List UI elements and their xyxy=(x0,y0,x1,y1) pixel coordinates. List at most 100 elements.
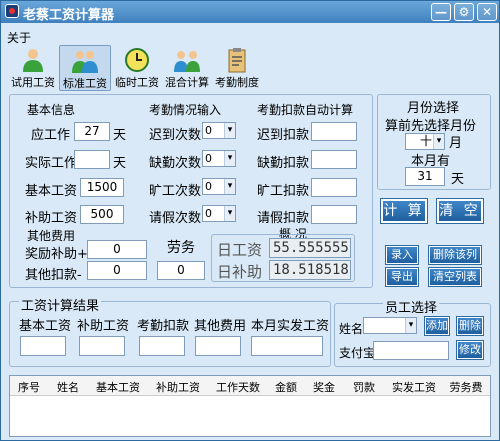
result-net-field[interactable] xyxy=(251,336,323,356)
actual-work-unit: 天 xyxy=(113,156,127,171)
days-unit: 天 xyxy=(451,172,465,187)
days-in-month-field[interactable]: 31 xyxy=(405,167,445,186)
alipay-label: 支付宝 xyxy=(339,346,376,360)
employee-title: 员工选择 xyxy=(383,297,440,316)
result-col-base: 基本工资 xyxy=(19,319,72,334)
attendance-title: 考勤情况输入 xyxy=(149,103,222,117)
minimize-icon[interactable]: — xyxy=(431,3,451,21)
tool-attendance-rules[interactable]: 考勤制度 xyxy=(213,45,261,91)
month-unit: 月 xyxy=(449,136,463,151)
other-fees-title: 其他费用 xyxy=(27,229,76,243)
daily-wage-display: 55.555555 xyxy=(269,238,351,258)
late-deduct-field[interactable] xyxy=(311,122,357,141)
base-salary-input[interactable]: 1500 xyxy=(80,178,124,197)
export-button[interactable]: 导出 xyxy=(385,267,419,287)
employee-name-label: 姓名 xyxy=(339,322,364,336)
employee-name-select[interactable] xyxy=(363,317,417,334)
tool-temp-salary[interactable]: 临时工资 xyxy=(113,45,161,91)
title-bar: 老蔡工资计算器 — ⚙ ✕ xyxy=(1,1,499,23)
col-name[interactable]: 姓名 xyxy=(48,379,88,395)
missing-deduct-field[interactable] xyxy=(311,150,357,169)
tool-trial-salary[interactable]: 试用工资 xyxy=(9,45,57,91)
person-green-icon xyxy=(23,49,43,72)
other-deduct-input[interactable]: 0 xyxy=(87,261,147,280)
missing-deduct-label: 缺勤扣款 xyxy=(257,156,310,171)
toolbar: 试用工资 标准工资 临时工资 混合计算 考勤制度 xyxy=(9,45,489,93)
daily-allowance-display: 18.518518 xyxy=(269,260,351,280)
menu-bar: 关于 xyxy=(7,29,31,46)
result-other-field[interactable] xyxy=(195,336,241,356)
window-title: 老蔡工资计算器 xyxy=(23,8,115,23)
salary-table[interactable]: 序号 姓名 基本工资 补助工资 工作天数 金额 奖金 罚款 实发工资 劳务费 xyxy=(9,375,491,437)
tool-standard-salary[interactable]: 标准工资 xyxy=(59,45,111,91)
missing-count-select[interactable]: 0 xyxy=(202,150,236,167)
result-base-field[interactable] xyxy=(20,336,66,356)
leave-deduct-label: 请假扣款 xyxy=(257,211,310,226)
result-title: 工资计算结果 xyxy=(19,295,102,314)
col-workdays[interactable]: 工作天数 xyxy=(210,379,266,395)
tool-label: 标准工资 xyxy=(63,77,107,90)
absent-count-select[interactable]: 0 xyxy=(202,178,236,195)
tool-label: 混合计算 xyxy=(165,76,209,89)
result-allowance-field[interactable] xyxy=(79,336,125,356)
col-fine[interactable]: 罚款 xyxy=(346,379,382,395)
late-count-label: 迟到次数 xyxy=(149,128,202,143)
delete-employee-button[interactable]: 删除 xyxy=(456,316,484,336)
should-work-unit: 天 xyxy=(113,128,127,143)
settings-icon[interactable]: ⚙ xyxy=(454,3,474,21)
col-net[interactable]: 实发工资 xyxy=(386,379,442,395)
absent-deduct-field[interactable] xyxy=(311,178,357,197)
allowance-label: 补助工资 xyxy=(25,211,78,226)
result-col-net: 本月实发工资 xyxy=(251,319,330,334)
result-col-deduct: 考勤扣款 xyxy=(137,319,190,334)
col-index[interactable]: 序号 xyxy=(14,379,44,395)
tool-mixed-calc[interactable]: 混合计算 xyxy=(163,45,211,91)
tool-label: 试用工资 xyxy=(11,76,55,89)
should-work-input[interactable]: 27 xyxy=(74,122,110,141)
tool-label: 临时工资 xyxy=(115,76,159,89)
tool-label: 考勤制度 xyxy=(215,76,259,89)
leave-deduct-field[interactable] xyxy=(311,205,357,224)
app-icon xyxy=(5,4,19,18)
col-amount[interactable]: 金额 xyxy=(268,379,304,395)
late-count-select[interactable]: 0 xyxy=(202,122,236,139)
people-icon xyxy=(72,51,98,73)
bonus-input[interactable]: 0 xyxy=(87,240,147,259)
base-salary-label: 基本工资 xyxy=(25,184,78,199)
col-allowance[interactable]: 补助工资 xyxy=(150,379,206,395)
actual-work-label: 实际工作 xyxy=(25,156,78,171)
close-icon[interactable]: ✕ xyxy=(477,3,497,21)
allowance-input[interactable]: 500 xyxy=(80,205,124,224)
clear-list-button[interactable]: 清空列表 xyxy=(428,267,482,287)
clipboard-icon xyxy=(228,48,246,73)
menu-about[interactable]: 关于 xyxy=(7,31,31,45)
deduct-title: 考勤扣款自动计算 xyxy=(257,103,354,117)
modify-employee-button[interactable]: 修改 xyxy=(456,340,484,360)
clear-button[interactable]: 清 空 xyxy=(436,198,484,224)
col-labor[interactable]: 劳务费 xyxy=(444,379,488,395)
absent-deduct-label: 旷工扣款 xyxy=(257,184,310,199)
absent-count-label: 旷工次数 xyxy=(149,184,202,199)
month-hint: 算前先选择月份 xyxy=(385,119,477,134)
calculate-button[interactable]: 计 算 xyxy=(380,198,428,224)
daily-wage-label: 日工资 xyxy=(217,241,263,259)
basic-info-title: 基本信息 xyxy=(27,103,76,117)
leave-count-label: 请假次数 xyxy=(149,211,202,226)
other-deduct-label: 其他扣款- xyxy=(25,268,82,283)
leave-count-select[interactable]: 0 xyxy=(202,205,236,222)
add-employee-button[interactable]: 添加 xyxy=(424,316,450,336)
col-bonus[interactable]: 奖金 xyxy=(306,379,342,395)
daily-allowance-label: 日补助 xyxy=(217,263,263,281)
result-col-other: 其他费用 xyxy=(194,319,247,334)
col-base[interactable]: 基本工资 xyxy=(90,379,146,395)
result-deduct-field[interactable] xyxy=(139,336,185,356)
missing-count-label: 缺勤次数 xyxy=(149,156,202,171)
month-title: 月份选择 xyxy=(407,101,460,116)
delete-row-button[interactable]: 删除该列 xyxy=(428,245,482,265)
enter-button[interactable]: 录入 xyxy=(385,245,419,265)
labor-input[interactable]: 0 xyxy=(157,261,205,280)
bonus-label: 奖励补助+ xyxy=(25,247,88,262)
actual-work-input[interactable] xyxy=(74,150,110,169)
alipay-input[interactable] xyxy=(373,341,449,360)
month-select[interactable]: 十 xyxy=(405,133,445,150)
